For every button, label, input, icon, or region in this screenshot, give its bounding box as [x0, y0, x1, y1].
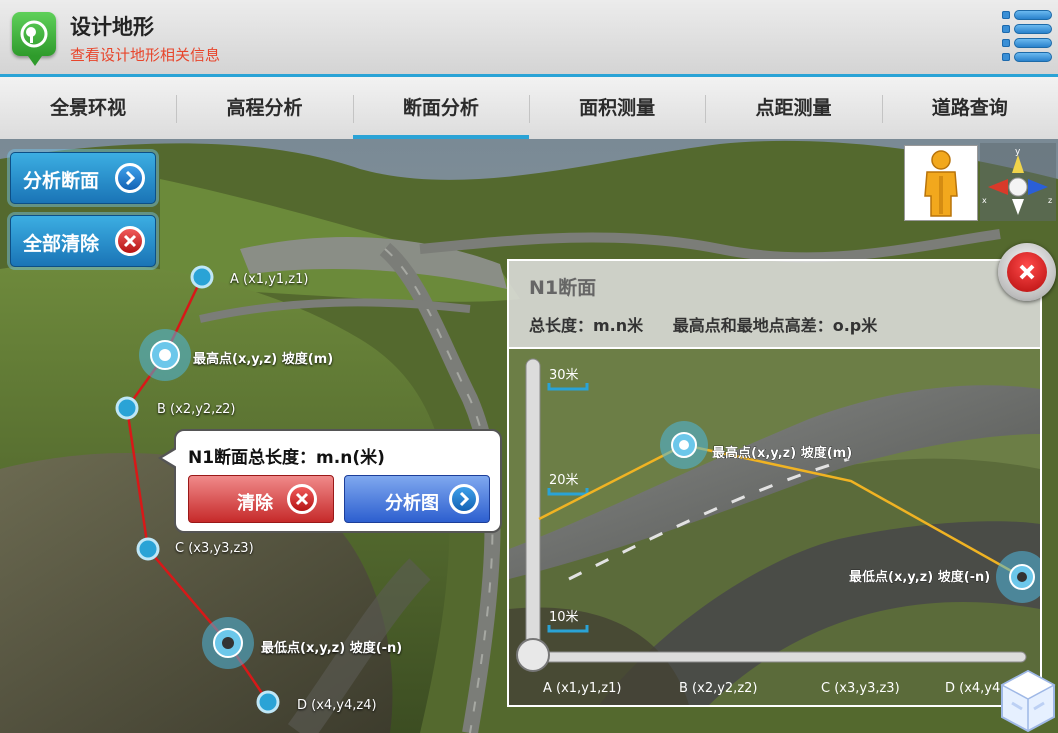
close-icon	[1007, 252, 1047, 292]
tab-distance-measure[interactable]: 点距测量	[705, 77, 881, 139]
tab-panorama[interactable]: 全景环视	[0, 77, 176, 139]
profile-panel-header: N1断面 总长度：m.n米 最高点和最地点高差：o.p米	[509, 261, 1040, 349]
x-tick-label: B (x2,y2,z2)	[679, 681, 757, 696]
tab-road-query[interactable]: 道路查询	[881, 77, 1058, 139]
analyze-section-button[interactable]: 分析断面	[10, 152, 156, 204]
x-axis-slider-track	[525, 651, 1027, 663]
svg-text:z: z	[1048, 196, 1052, 205]
close-icon	[115, 226, 145, 256]
tab-section-analysis[interactable]: 断面分析	[352, 77, 530, 139]
analyze-section-label: 分析断面	[23, 170, 100, 192]
xyz-axis-gizmo-icon[interactable]: y x z	[980, 143, 1056, 221]
highest-point-chart-label: 最高点(x,y,z) 坡度(m)	[712, 445, 852, 461]
chevron-right-icon	[115, 163, 145, 193]
y-axis-slider-track	[525, 358, 541, 650]
height-diff-text: 最高点和最地点高差：o.p米	[672, 316, 878, 335]
y-tick-label: 10米	[549, 610, 579, 625]
app-header: 设计地形 查看设计地形相关信息	[0, 0, 1058, 77]
point-d-label: D (x4,y4,z4)	[297, 698, 377, 713]
point-b-label: B (x2,y2,z2)	[157, 402, 236, 417]
close-panel-button[interactable]	[998, 243, 1056, 301]
point-c-label: C (x3,y3,z3)	[175, 541, 254, 556]
tab-elevation-analysis[interactable]: 高程分析	[176, 77, 352, 139]
clear-all-label: 全部清除	[23, 233, 100, 255]
point-a-label: A (x1,y1,z1)	[230, 272, 309, 287]
profile-chart: 30米 20米 10米 A (x1,y1,z1) B (x2,y2,z2) C (x3,…	[509, 349, 1040, 705]
axis-origin-handle[interactable]	[516, 638, 550, 672]
y-tick-label: 30米	[549, 368, 579, 383]
svg-text:x: x	[982, 196, 987, 205]
tab-bar: 全景环视 高程分析 断面分析 面积测量 点距测量 道路查询	[0, 77, 1058, 139]
clear-button[interactable]: 清除	[188, 475, 334, 523]
clear-button-label: 清除	[237, 493, 273, 514]
app-title: 设计地形	[70, 15, 154, 39]
x-tick-label: C (x3,y3,z3)	[821, 681, 900, 696]
lowest-point-dot	[1017, 572, 1027, 582]
cube-icon[interactable]	[998, 667, 1058, 733]
person-view-icon[interactable]	[904, 145, 978, 221]
total-length-text: 总长度：m.n米	[529, 316, 644, 335]
chevron-right-icon	[449, 484, 479, 514]
highest-point-label: 最高点(x,y,z) 坡度(m)	[193, 352, 334, 367]
popup-title: N1断面总长度：m.n(米)	[188, 448, 385, 468]
menu-list-icon[interactable]	[1002, 10, 1052, 64]
close-icon	[287, 484, 317, 514]
highest-point-dot	[679, 440, 689, 450]
app-subtitle: 查看设计地形相关信息	[70, 46, 221, 64]
tab-area-measure[interactable]: 面积测量	[528, 77, 705, 139]
profile-panel-title: N1断面	[529, 277, 597, 299]
terrain-viewport[interactable]: 分析断面 全部清除 A (x1,y1,z1) 最高点(x,y,z) 坡度(m) …	[0, 139, 1058, 733]
lowest-point-label: 最低点(x,y,z) 坡度(-n)	[261, 641, 403, 656]
y-tick-label: 20米	[549, 473, 579, 488]
section-popup: N1断面总长度：m.n(米) 清除 分析图	[158, 429, 502, 533]
clear-all-button[interactable]: 全部清除	[10, 215, 156, 267]
terrain-pin-icon	[12, 12, 56, 66]
section-profile-panel: N1断面 总长度：m.n米 最高点和最地点高差：o.p米 30米 20米 10米…	[507, 259, 1042, 707]
analysis-chart-button[interactable]: 分析图	[344, 475, 490, 523]
profile-stats: 总长度：m.n米 最高点和最地点高差：o.p米	[529, 312, 877, 336]
analysis-chart-label: 分析图	[385, 493, 439, 514]
x-tick-label: A (x1,y1,z1)	[543, 681, 621, 696]
lowest-point-chart-label: 最低点(x,y,z) 坡度(-n)	[849, 569, 990, 585]
